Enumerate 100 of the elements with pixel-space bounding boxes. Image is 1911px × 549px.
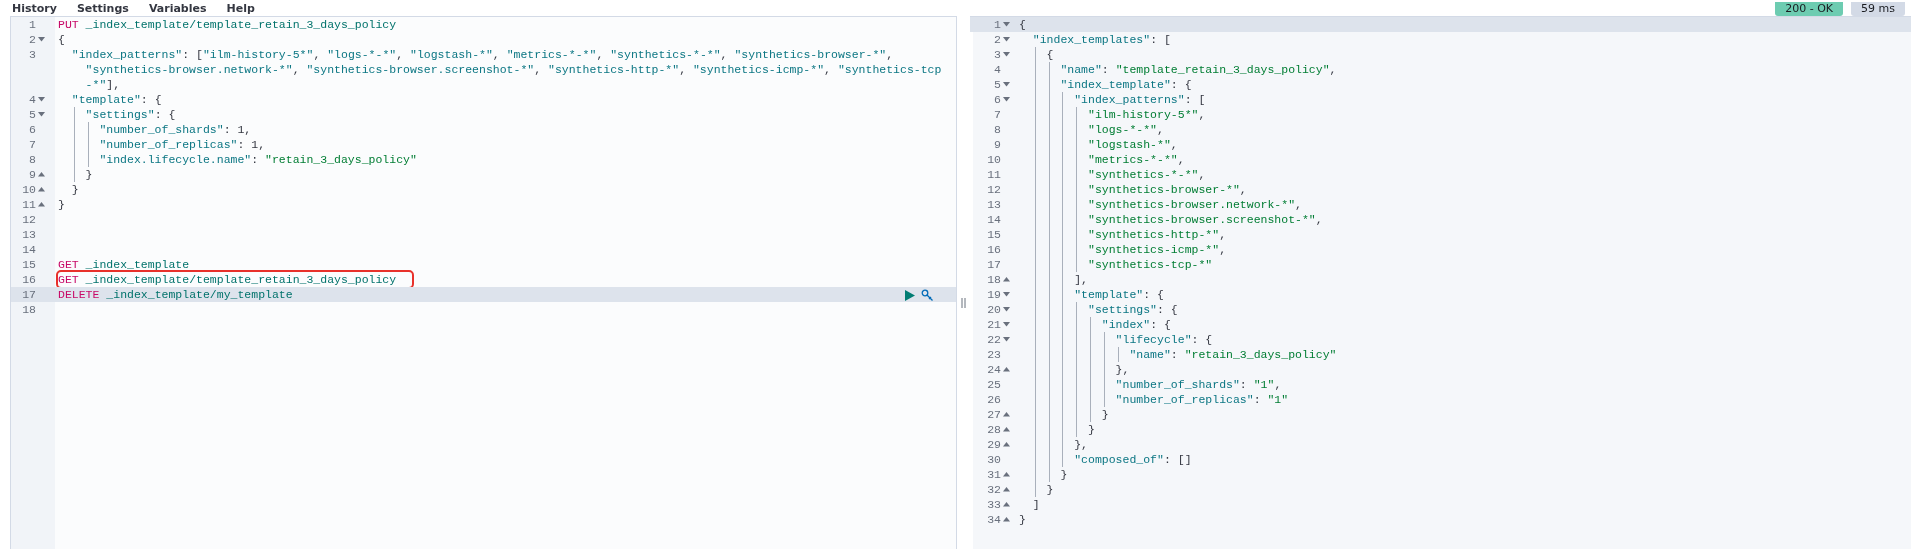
line-number: 6 [29, 122, 36, 137]
line-number: 1 [994, 17, 1001, 32]
line-number: 10 [22, 182, 36, 197]
line-number: 3 [994, 47, 1001, 62]
line-number: 12 [22, 212, 36, 227]
fold-icon[interactable] [1003, 367, 1010, 372]
line-number: 23 [987, 347, 1001, 362]
fold-icon[interactable] [1003, 472, 1010, 477]
menu-item[interactable]: Help [226, 2, 255, 16]
line-number: 16 [22, 272, 36, 287]
fold-icon[interactable] [1003, 517, 1010, 522]
code-line: "logstash-*", [1019, 137, 1178, 152]
code-line: "synthetics-browser.network-*", [1019, 197, 1302, 212]
code-line: "name": "retain_3_days_policy" [1019, 347, 1337, 362]
code-line: "template": { [1019, 287, 1164, 302]
resize-handle-icon[interactable] [961, 297, 966, 308]
fold-icon[interactable] [38, 112, 45, 117]
fold-icon[interactable] [1003, 487, 1010, 492]
menu-item[interactable]: Variables [148, 2, 207, 16]
code-line: } [70, 182, 79, 197]
code-line: "synthetics-*-*", [1019, 167, 1206, 182]
line-number: 7 [29, 137, 36, 152]
code-line: "lifecycle": { [1019, 332, 1213, 347]
code-line: ] [1031, 497, 1040, 512]
code-line: { [1019, 17, 1026, 32]
code-line: "number_of_replicas": 1, [58, 137, 266, 152]
fold-icon[interactable] [1003, 322, 1010, 327]
code-line: "synthetics-browser.screenshot-*", [1019, 212, 1323, 227]
play-icon[interactable] [905, 290, 915, 301]
fold-icon[interactable] [1003, 442, 1010, 447]
fold-icon[interactable] [38, 97, 45, 102]
fold-icon[interactable] [1003, 277, 1010, 282]
code-line: GET _index_template [58, 257, 190, 272]
line-number: 2 [29, 32, 36, 47]
code-line: { [58, 32, 65, 47]
code-line: PUT _index_template/template_retain_3_days_policy [58, 17, 397, 32]
line-number: 17 [987, 257, 1001, 272]
fold-icon[interactable] [38, 187, 45, 192]
line-number: 26 [987, 392, 1001, 407]
code-line: } [58, 197, 65, 212]
line-number: 11 [987, 167, 1001, 182]
fold-icon[interactable] [1003, 37, 1010, 42]
fold-icon[interactable] [1003, 502, 1010, 507]
code-line: GET _index_template/template_retain_3_days_policy [58, 272, 413, 287]
line-number: 12 [987, 182, 1001, 197]
menu-item[interactable]: History [12, 2, 57, 16]
line-number: 13 [987, 197, 1001, 212]
line-number: 6 [994, 92, 1001, 107]
line-number: 8 [29, 152, 36, 167]
fold-icon[interactable] [1003, 52, 1010, 57]
fold-icon[interactable] [1003, 97, 1010, 102]
code-line: "number_of_shards": "1", [1019, 377, 1282, 392]
code-line: "synthetics-tcp-*" [1019, 257, 1213, 272]
line-number: 7 [994, 107, 1001, 122]
line-number: 3 [29, 47, 36, 62]
code-line: "synthetics-http-*", [1019, 227, 1227, 242]
code-line: "index_patterns": ["ilm-history-5*", "logs-*-*", "logstash-*", "metrics-*-*", "synthetics-*-*", "synthetics-browser-*", "synthetics-browser.network-*", "synthetics-browser.screenshot-*", "synthetics-http-*", "synthetics-icmp-*", "synthetics-tcp -*"], [70, 47, 942, 92]
line-number: 11 [22, 197, 36, 212]
line-number: 29 [987, 437, 1001, 452]
fold-icon[interactable] [38, 37, 45, 42]
fold-icon[interactable] [38, 172, 45, 177]
line-number: 27 [987, 407, 1001, 422]
code-line: } [1019, 482, 1054, 497]
line-number: 4 [29, 92, 36, 107]
code-line: "logs-*-*", [1019, 122, 1164, 137]
code-line: "ilm-history-5*", [1019, 107, 1206, 122]
code-line: "synthetics-icmp-*", [1019, 242, 1227, 257]
code-line: "synthetics-browser-*", [1019, 182, 1247, 197]
fold-icon[interactable] [1003, 307, 1010, 312]
code-line: "settings": { [1019, 302, 1178, 317]
code-line: ], [1019, 272, 1088, 287]
line-number: 10 [987, 152, 1001, 167]
line-number: 17 [22, 287, 36, 302]
fold-icon[interactable] [1003, 337, 1010, 342]
fold-icon[interactable] [1003, 412, 1010, 417]
code-line: "number_of_replicas": "1" [1019, 392, 1289, 407]
fold-icon[interactable] [1003, 82, 1010, 87]
line-number: 21 [987, 317, 1001, 332]
timing-badge: 59 ms [1851, 2, 1905, 16]
line-number: 25 [987, 377, 1001, 392]
code-line: }, [1019, 362, 1130, 377]
code-line: "index_patterns": [ [1019, 92, 1206, 107]
code-line: "template": { [70, 92, 162, 107]
code-line: DELETE _index_template/my_template [58, 287, 293, 302]
code-line: } [1019, 407, 1109, 422]
fold-icon[interactable] [38, 202, 45, 207]
line-number: 9 [29, 167, 36, 182]
code-line: } [1019, 422, 1095, 437]
fold-icon[interactable] [1003, 292, 1010, 297]
fold-icon[interactable] [1003, 427, 1010, 432]
code-line: "index": { [1019, 317, 1171, 332]
fold-icon[interactable] [1003, 22, 1010, 27]
line-number: 5 [29, 107, 36, 122]
line-number: 15 [22, 257, 36, 272]
line-number: 18 [22, 302, 36, 317]
line-number: 32 [987, 482, 1001, 497]
menu-item[interactable]: Settings [76, 2, 129, 16]
code-line: "index.lifecycle.name": "retain_3_days_policy" [58, 152, 417, 167]
line-number: 8 [994, 122, 1001, 137]
line-number: 15 [987, 227, 1001, 242]
